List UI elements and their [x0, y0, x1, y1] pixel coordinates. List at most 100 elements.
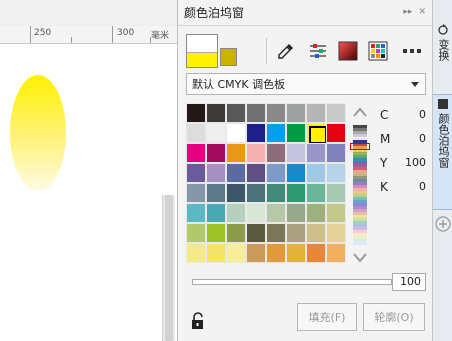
current-fill-color [187, 52, 217, 67]
palette-swatch[interactable] [186, 103, 206, 123]
palette-swatch[interactable] [246, 123, 266, 143]
palette-swatch[interactable] [186, 143, 206, 163]
horizontal-ruler[interactable]: 250 300 毫米 [0, 26, 177, 44]
palette-swatch[interactable] [246, 243, 266, 263]
palette-swatch[interactable] [186, 183, 206, 203]
palette-swatch[interactable] [186, 223, 206, 243]
docker-title: 颜色泊坞窗 [184, 6, 245, 20]
color-palettes-icon[interactable] [366, 39, 390, 63]
palette-swatch[interactable] [286, 143, 306, 163]
palette-swatch[interactable] [326, 203, 346, 223]
palette-swatch[interactable] [306, 163, 326, 183]
lock-icon[interactable] [190, 312, 206, 330]
palette-swatch[interactable] [306, 223, 326, 243]
vertical-scrollbar[interactable] [162, 195, 175, 341]
palette-swatch[interactable] [306, 183, 326, 203]
palette-swatch[interactable] [326, 223, 346, 243]
palette-swatch[interactable] [226, 123, 246, 143]
palette-swatch[interactable] [286, 163, 306, 183]
palette-swatch[interactable] [266, 143, 286, 163]
add-icon [435, 216, 451, 232]
scroll-up-icon[interactable] [353, 107, 367, 117]
palette-swatch[interactable] [306, 103, 326, 123]
palette-swatch[interactable] [326, 103, 346, 123]
gradient-ellipse-object[interactable] [10, 75, 66, 191]
more-icon[interactable] [400, 39, 424, 63]
palette-swatch[interactable] [206, 243, 226, 263]
color-viewer-icon[interactable] [336, 39, 360, 63]
color-sliders-icon[interactable] [306, 39, 330, 63]
palette-swatch[interactable] [286, 243, 306, 263]
palette-swatch[interactable] [326, 123, 346, 143]
palette-swatch[interactable] [226, 103, 246, 123]
scroll-down-icon[interactable] [353, 253, 367, 263]
palette-scroll-strip[interactable] [350, 103, 370, 265]
palette-swatch[interactable] [266, 243, 286, 263]
palette-swatch[interactable] [266, 223, 286, 243]
outline-button[interactable]: 轮廓(O) [363, 303, 425, 331]
tint-input[interactable]: 100 [392, 273, 426, 291]
tint-slider-row: 100 [186, 273, 426, 291]
palette-swatch[interactable] [186, 163, 206, 183]
drawing-canvas[interactable]: 250 300 毫米 [0, 0, 177, 341]
palette-swatch[interactable] [226, 143, 246, 163]
palette-swatch[interactable] [246, 183, 266, 203]
palette-swatch[interactable] [226, 183, 246, 203]
palette-swatch[interactable] [226, 223, 246, 243]
palette-swatch[interactable] [306, 203, 326, 223]
palette-swatch[interactable] [186, 203, 206, 223]
palette-swatch[interactable] [266, 103, 286, 123]
palette-swatch[interactable] [246, 143, 266, 163]
palette-swatch[interactable] [286, 223, 306, 243]
palette-swatch[interactable] [306, 123, 327, 144]
palette-swatch[interactable] [246, 223, 266, 243]
collapse-arrows-icon[interactable]: ▸▸ [403, 7, 412, 17]
add-docker-tab[interactable] [433, 214, 452, 234]
palette-swatch[interactable] [266, 203, 286, 223]
current-color-swatch[interactable] [186, 34, 218, 68]
palette-swatch[interactable] [266, 163, 286, 183]
palette-swatch[interactable] [226, 163, 246, 183]
palette-swatch[interactable] [266, 123, 286, 143]
palette-swatch[interactable] [186, 123, 206, 143]
palette-swatch[interactable] [226, 203, 246, 223]
palette-swatch[interactable] [206, 123, 226, 143]
close-icon[interactable]: ✕ [418, 7, 426, 17]
palette-swatch[interactable] [286, 123, 306, 143]
eyedropper-icon[interactable] [274, 39, 298, 63]
palette-swatch[interactable] [266, 183, 286, 203]
palette-swatch[interactable] [226, 243, 246, 263]
cmyk-value: 0 [419, 132, 426, 145]
palette-swatch[interactable] [206, 143, 226, 163]
palette-swatch[interactable] [246, 203, 266, 223]
palette-swatch[interactable] [246, 103, 266, 123]
tab-transform-label: 变换 [437, 39, 450, 61]
palette-swatch[interactable] [206, 163, 226, 183]
tab-color-docker[interactable]: 颜色泊坞窗 [433, 94, 452, 210]
tint-slider[interactable] [192, 279, 392, 285]
palette-name: 默认 CMYK 调色板 [192, 78, 286, 91]
palette-swatch[interactable] [286, 103, 306, 123]
palette-swatch[interactable] [286, 203, 306, 223]
palette-swatch[interactable] [206, 103, 226, 123]
palette-swatch[interactable] [326, 243, 346, 263]
palette-swatch[interactable] [326, 183, 346, 203]
fill-button[interactable]: 填充(F) [297, 303, 357, 331]
palette-swatch[interactable] [286, 183, 306, 203]
palette-swatch[interactable] [306, 143, 326, 163]
palette-swatch[interactable] [186, 243, 206, 263]
scrollbar-thumb[interactable] [165, 195, 173, 341]
palette-swatch[interactable] [326, 163, 346, 183]
cmyk-values: C 0 M 0 Y 100 K 0 [376, 106, 426, 202]
palette-position-marker[interactable] [350, 143, 370, 150]
palette-swatch[interactable] [326, 143, 346, 163]
reference-color-swatch[interactable] [220, 48, 237, 66]
ruler-tick [112, 26, 113, 43]
tab-transform[interactable]: 变换 [433, 24, 452, 90]
palette-swatch[interactable] [206, 183, 226, 203]
palette-select[interactable]: 默认 CMYK 调色板 [186, 73, 426, 95]
palette-swatch[interactable] [246, 163, 266, 183]
palette-swatch[interactable] [206, 223, 226, 243]
palette-swatch[interactable] [206, 203, 226, 223]
palette-swatch[interactable] [306, 243, 326, 263]
